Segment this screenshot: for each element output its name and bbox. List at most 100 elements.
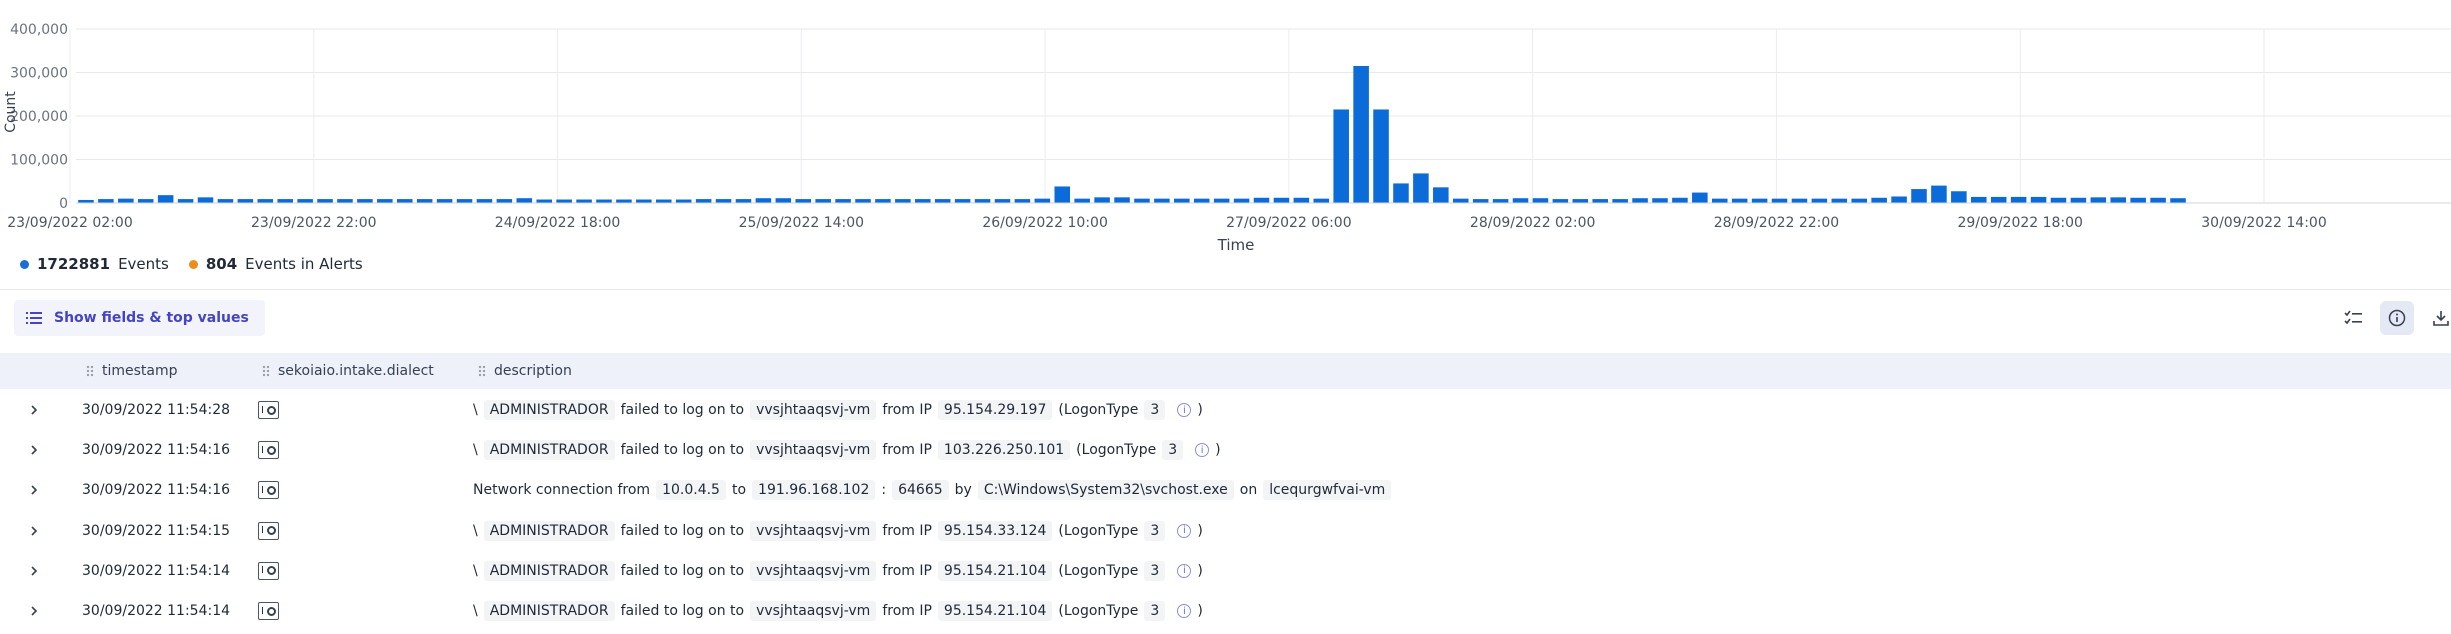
logon-type[interactable]: 3: [1144, 400, 1166, 420]
source-ip[interactable]: 95.154.21.104: [937, 560, 1053, 581]
histogram-bar[interactable]: [1911, 189, 1927, 203]
histogram-bar[interactable]: [1891, 196, 1907, 203]
histogram-bar[interactable]: [1353, 65, 1369, 203]
logon-type[interactable]: 3: [1144, 601, 1166, 621]
histogram-bar[interactable]: [1512, 198, 1529, 203]
table-row[interactable]: 30/09/2022 11:54:16 I Network connection f…: [0, 470, 2451, 510]
info-icon[interactable]: i: [1177, 563, 1192, 578]
histogram-bar[interactable]: [974, 199, 991, 203]
histogram-bar[interactable]: [636, 199, 652, 203]
histogram-bar[interactable]: [337, 199, 353, 203]
histogram-bar[interactable]: [1791, 198, 1808, 203]
info-icon[interactable]: i: [1177, 604, 1192, 618]
info-icon[interactable]: i: [1195, 443, 1210, 458]
show-fields-button[interactable]: Show fields & top values: [14, 300, 265, 336]
histogram-bar[interactable]: [1433, 187, 1449, 203]
dialect-badge-icon[interactable]: I: [258, 481, 279, 500]
histogram-bar[interactable]: [2110, 197, 2127, 203]
histogram-bar[interactable]: [1154, 198, 1170, 203]
chevron-right-icon[interactable]: [26, 402, 42, 418]
histogram-bar[interactable]: [1333, 109, 1349, 203]
dialect-badge-icon[interactable]: I: [258, 602, 279, 620]
histogram-bar[interactable]: [118, 198, 134, 203]
histogram-bar[interactable]: [1931, 185, 1947, 203]
user-name[interactable]: ADMINISTRADOR: [483, 560, 615, 581]
histogram-bar[interactable]: [357, 199, 373, 203]
drag-handle-icon[interactable]: [262, 365, 270, 377]
histogram-bar[interactable]: [1393, 183, 1409, 203]
histogram-bar[interactable]: [1472, 199, 1489, 203]
histogram-bar[interactable]: [217, 199, 234, 203]
logon-type[interactable]: 3: [1144, 520, 1166, 541]
histogram-bar[interactable]: [2070, 197, 2087, 203]
histogram-bar[interactable]: [297, 199, 313, 203]
info-toggle-button[interactable]: [2380, 301, 2414, 335]
table-row[interactable]: 30/09/2022 11:54:14 I \ ADMINISTRADOR failed…: [0, 591, 2451, 631]
histogram-bar[interactable]: [416, 199, 433, 203]
histogram-bar[interactable]: [1532, 198, 1549, 203]
histogram-bar[interactable]: [476, 199, 493, 203]
histogram-bar[interactable]: [1114, 197, 1130, 203]
logon-type[interactable]: 3: [1144, 560, 1166, 581]
histogram-bar[interactable]: [1871, 197, 1887, 203]
chevron-right-icon[interactable]: [26, 442, 42, 458]
histogram-bar[interactable]: [2130, 197, 2146, 203]
info-icon[interactable]: i: [1177, 523, 1192, 538]
download-button[interactable]: [2424, 301, 2451, 335]
histogram-bar[interactable]: [177, 199, 194, 203]
host-name[interactable]: vvsjhtaaqsvj-vm: [750, 400, 877, 420]
logon-type[interactable]: 3: [1162, 440, 1184, 461]
histogram-bar[interactable]: [715, 199, 732, 203]
histogram-bar[interactable]: [1692, 192, 1708, 203]
user-name[interactable]: ADMINISTRADOR: [483, 601, 615, 621]
histogram-bar[interactable]: [596, 199, 612, 203]
histogram-bar[interactable]: [1034, 198, 1051, 203]
destination-ip[interactable]: 191.96.168.102: [752, 480, 876, 501]
histogram-bar[interactable]: [277, 199, 293, 203]
histogram-bar[interactable]: [1054, 186, 1071, 203]
histogram-bar[interactable]: [835, 199, 851, 203]
table-row[interactable]: 30/09/2022 11:54:14 I \ ADMINISTRADOR failed…: [0, 551, 2451, 591]
histogram-bar[interactable]: [2010, 196, 2027, 203]
histogram-bar[interactable]: [2030, 196, 2047, 203]
source-ip[interactable]: 95.154.21.104: [937, 601, 1053, 621]
histogram-bar[interactable]: [1213, 198, 1230, 203]
histogram-bar[interactable]: [1313, 198, 1330, 203]
histogram-bar[interactable]: [2170, 198, 2186, 203]
histogram-bar[interactable]: [317, 199, 333, 203]
histogram-bar[interactable]: [1233, 198, 1250, 203]
histogram-bar[interactable]: [1632, 198, 1648, 203]
histogram-bar[interactable]: [1492, 199, 1509, 203]
info-icon[interactable]: i: [1177, 403, 1192, 417]
source-ip[interactable]: 10.0.4.5: [656, 480, 726, 501]
dialect-badge-icon[interactable]: I: [258, 401, 279, 419]
host-name[interactable]: vvsjhtaaqsvj-vm: [750, 520, 877, 541]
histogram-bar[interactable]: [875, 199, 891, 203]
histogram-bar[interactable]: [1552, 199, 1569, 203]
histogram-bar[interactable]: [755, 198, 772, 203]
histogram-bar[interactable]: [1592, 199, 1608, 203]
histogram-bar[interactable]: [1373, 109, 1389, 203]
histogram-bar[interactable]: [934, 199, 951, 203]
histogram-bar[interactable]: [1074, 198, 1090, 203]
histogram-bar[interactable]: [1672, 197, 1688, 203]
table-row[interactable]: 30/09/2022 11:54:15 I \ ADMINISTRADOR failed…: [0, 511, 2451, 551]
histogram-bar[interactable]: [855, 199, 871, 203]
histogram-bar[interactable]: [1572, 199, 1589, 203]
histogram-bar[interactable]: [1094, 197, 1110, 203]
column-select-button[interactable]: [2336, 301, 2370, 335]
histogram-bar[interactable]: [576, 199, 592, 203]
histogram-bar[interactable]: [1811, 198, 1828, 203]
histogram-bar[interactable]: [775, 198, 792, 203]
histogram-bar[interactable]: [695, 199, 712, 203]
histogram-bar[interactable]: [1253, 197, 1270, 203]
histogram-bar[interactable]: [377, 199, 393, 203]
chevron-right-icon[interactable]: [26, 523, 42, 539]
destination-port[interactable]: 64665: [892, 480, 949, 501]
histogram-bar[interactable]: [675, 199, 692, 203]
host-name[interactable]: vvsjhtaaqsvj-vm: [750, 440, 877, 461]
chevron-right-icon[interactable]: [26, 482, 42, 498]
table-row[interactable]: 30/09/2022 11:54:28 I \ ADMINISTRADOR failed…: [0, 390, 2451, 430]
histogram-bar[interactable]: [237, 199, 254, 203]
histogram-bar[interactable]: [137, 199, 154, 203]
